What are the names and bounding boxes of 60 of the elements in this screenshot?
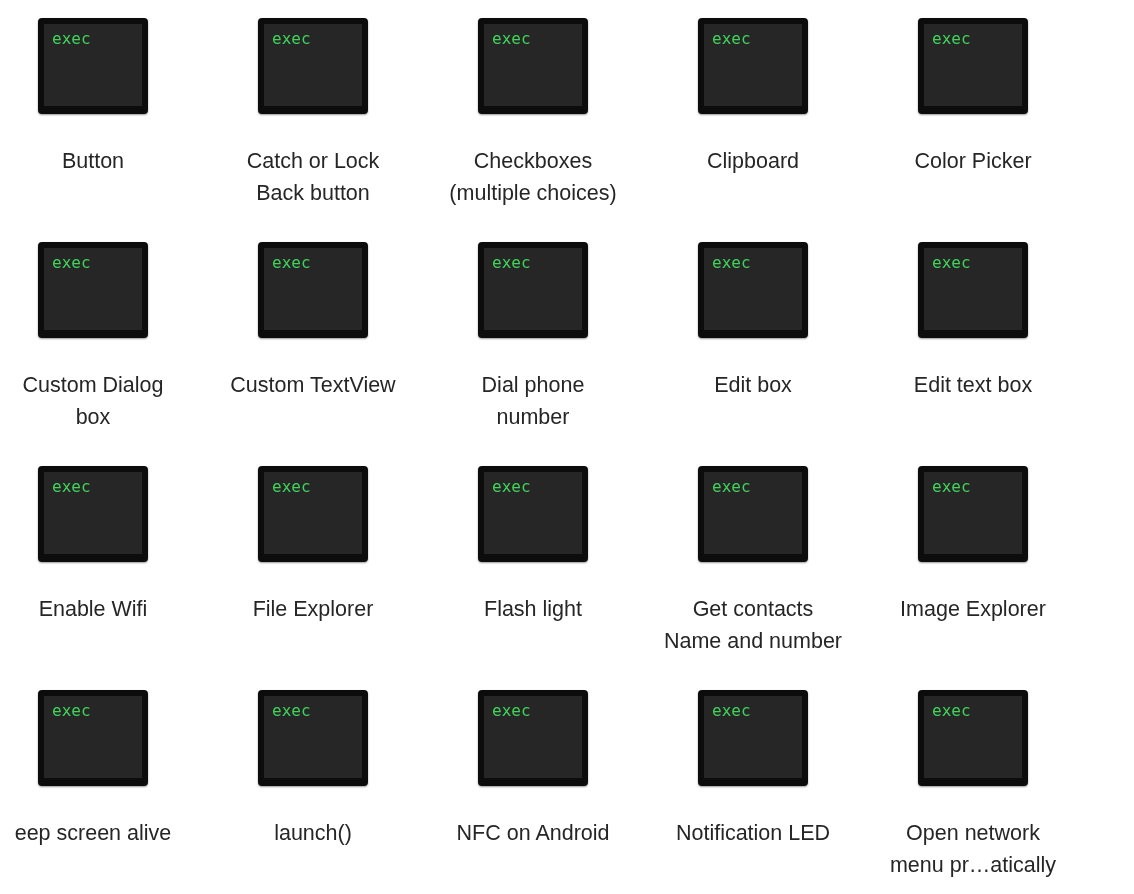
icon-text: exec <box>932 478 971 496</box>
file-name[interactable]: Get contacts Name and number <box>663 593 843 657</box>
file-name[interactable]: Open network menu pr…atically <box>889 817 1057 881</box>
icon-text: exec <box>932 30 971 48</box>
icon-text: exec <box>712 254 751 272</box>
terminal-icon[interactable]: exec <box>258 466 368 562</box>
terminal-icon[interactable]: exec <box>698 242 808 338</box>
file-name[interactable]: Color Picker <box>914 145 1032 177</box>
icon-text: exec <box>52 478 91 496</box>
icon-text: exec <box>272 702 311 720</box>
icon-text: exec <box>492 30 531 48</box>
terminal-icon[interactable]: exec <box>698 466 808 562</box>
terminal-icon[interactable]: exec <box>478 242 588 338</box>
terminal-icon[interactable]: exec <box>918 242 1028 338</box>
icon-text: exec <box>492 702 531 720</box>
file-name[interactable]: Dial phone number <box>481 369 585 433</box>
terminal-icon[interactable]: exec <box>258 18 368 114</box>
file-name[interactable]: Custom TextView <box>230 369 396 401</box>
icon-text: exec <box>272 478 311 496</box>
icon-text: exec <box>272 30 311 48</box>
file-name[interactable]: Image Explorer <box>900 593 1046 625</box>
terminal-icon[interactable]: exec <box>38 690 148 786</box>
terminal-icon[interactable]: exec <box>258 242 368 338</box>
file-name[interactable]: Checkboxes (multiple choices) <box>449 145 617 209</box>
terminal-icon[interactable]: exec <box>918 690 1028 786</box>
file-name[interactable]: File Explorer <box>252 593 374 625</box>
file-name[interactable]: Notification LED <box>675 817 831 849</box>
file-name[interactable]: Catch or Lock Back button <box>246 145 380 209</box>
icon-text: exec <box>712 702 751 720</box>
icon-text: exec <box>492 254 531 272</box>
icon-text: exec <box>272 254 311 272</box>
icon-text: exec <box>712 478 751 496</box>
icon-text: exec <box>712 30 751 48</box>
icon-text: exec <box>52 30 91 48</box>
terminal-icon[interactable]: exec <box>478 690 588 786</box>
terminal-icon[interactable]: exec <box>38 18 148 114</box>
file-name[interactable]: Edit text box <box>913 369 1033 401</box>
file-name[interactable]: Enable Wifi <box>38 593 148 625</box>
file-name[interactable]: Edit box <box>714 369 792 401</box>
file-name[interactable]: Flash light <box>484 593 582 625</box>
terminal-icon[interactable]: exec <box>918 466 1028 562</box>
terminal-icon[interactable]: exec <box>478 466 588 562</box>
icon-text: exec <box>492 478 531 496</box>
file-name[interactable]: Custom Dialog box <box>22 369 164 433</box>
terminal-icon[interactable]: exec <box>38 466 148 562</box>
icon-text: exec <box>52 702 91 720</box>
file-name[interactable]: Button <box>61 145 125 177</box>
terminal-icon[interactable]: exec <box>258 690 368 786</box>
terminal-icon[interactable]: exec <box>698 690 808 786</box>
file-name[interactable]: launch() <box>274 817 352 849</box>
terminal-icon[interactable]: exec <box>38 242 148 338</box>
icon-text: exec <box>932 254 971 272</box>
file-name[interactable]: eep screen alive <box>14 817 172 849</box>
terminal-icon[interactable]: exec <box>698 18 808 114</box>
file-name[interactable]: NFC on Android <box>456 817 610 849</box>
terminal-icon[interactable]: exec <box>918 18 1028 114</box>
file-name[interactable]: Clipboard <box>707 145 799 177</box>
terminal-icon[interactable]: exec <box>478 18 588 114</box>
icon-text: exec <box>52 254 91 272</box>
icon-text: exec <box>932 702 971 720</box>
